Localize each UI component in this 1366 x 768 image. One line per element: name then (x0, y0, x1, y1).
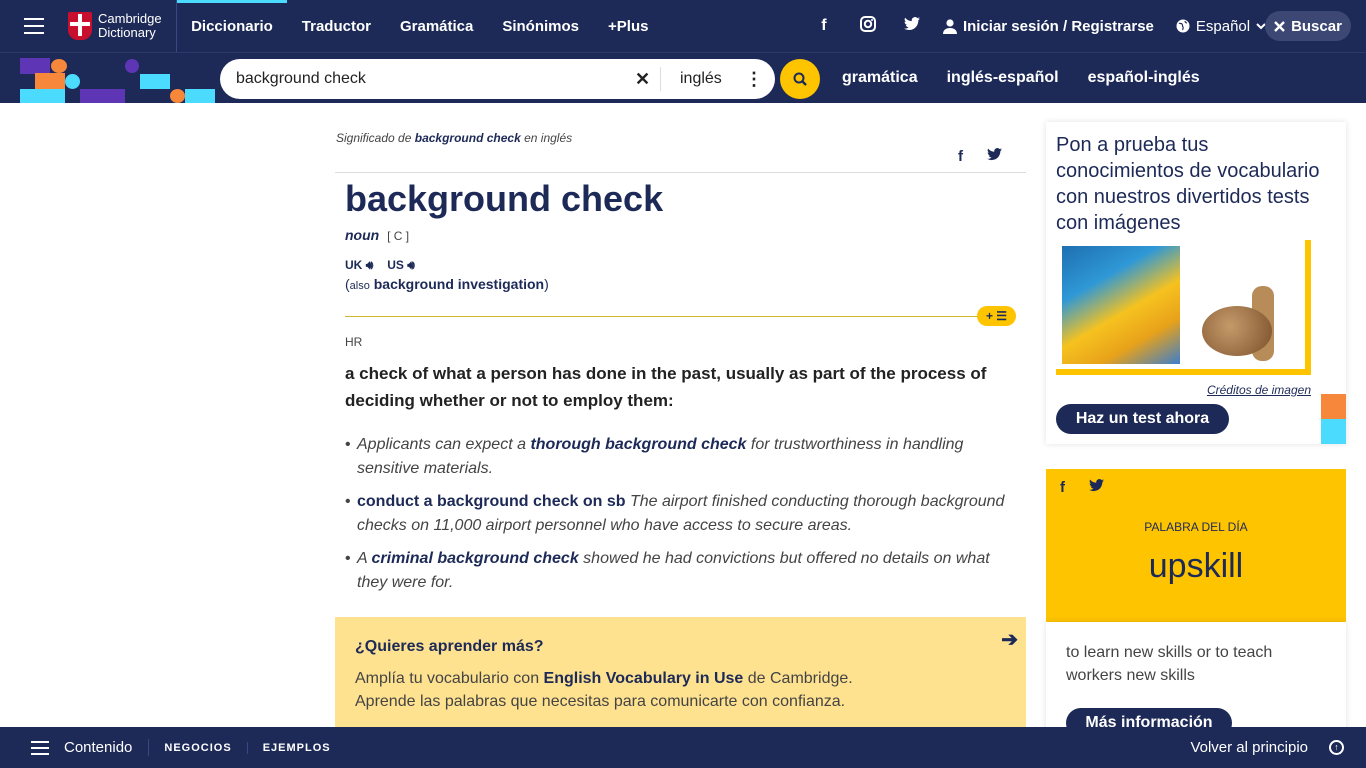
example: A criminal background check showed he ha… (345, 547, 1005, 594)
quiz-card: Pon a prueba tus conocimientos de vocabu… (1046, 122, 1346, 444)
login-link[interactable]: Iniciar sesión / Registrarse (942, 17, 1154, 35)
wotd-share: f (1060, 479, 1104, 496)
bottom-bar: Contenido NEGOCIOS EJEMPLOS Volver al pr… (0, 727, 1366, 768)
user-icon (942, 18, 957, 34)
learn-more-line-1: Amplía tu vocabulario con English Vocabu… (355, 670, 853, 687)
wotd-word[interactable]: upskill (1046, 547, 1346, 586)
part-of-speech: noun [ C ] (345, 227, 409, 243)
search-icon (793, 72, 807, 86)
back-to-top-link[interactable]: Volver al principio (1190, 739, 1308, 756)
entry-share: f (958, 148, 1002, 165)
example: Applicants can expect a thorough backgro… (345, 433, 1005, 480)
also-word[interactable]: background investigation (374, 276, 544, 292)
parrot-image (1062, 246, 1180, 364)
learn-more-title: ¿Quieres aprender más? (355, 638, 544, 655)
learn-more-line-2: Aprende las palabras que necesitas para … (355, 693, 846, 710)
pron-us[interactable]: US 🔊︎ (387, 258, 415, 273)
nav-plus[interactable]: +Plus (594, 0, 663, 52)
meaning-word: background check (414, 131, 521, 145)
search-button[interactable] (780, 59, 820, 99)
twitter-icon[interactable] (901, 16, 923, 36)
nav-sinonimos[interactable]: Sinónimos (488, 0, 594, 52)
menu-icon[interactable] (0, 0, 68, 52)
contents-button[interactable]: Contenido (64, 739, 150, 756)
close-icon (1274, 20, 1285, 32)
word-of-the-day: f PALABRA DEL DÍA upskill (1046, 469, 1346, 622)
pron-uk-label: UK (345, 258, 363, 272)
instagram-icon[interactable] (857, 15, 879, 37)
logo-line-1: Cambridge (98, 11, 162, 26)
also-close: ) (544, 276, 549, 292)
link-gramatica[interactable]: gramática (842, 69, 918, 87)
add-to-list-button[interactable]: + ☰ (977, 306, 1016, 326)
dictionary-links: gramática inglés-español español-inglés (842, 69, 1200, 87)
example: conduct a background check on sb The air… (345, 490, 1005, 537)
twitter-icon[interactable] (987, 148, 1002, 165)
arrow-right-icon[interactable]: ➔ (1001, 627, 1018, 652)
link-ingles-espanol[interactable]: inglés-español (947, 69, 1059, 87)
wotd-definition-card: to learn new skills or to teach workers … (1046, 622, 1346, 738)
pron-uk[interactable]: UK 🔊︎ (345, 258, 373, 273)
language-selector[interactable]: Español (1176, 18, 1266, 35)
search-divider (660, 67, 661, 91)
wotd-definition: to learn new skills or to teach workers … (1066, 644, 1273, 684)
facebook-icon[interactable]: f (958, 148, 963, 165)
cambridge-shield-icon (68, 12, 92, 40)
pronunciation: UK 🔊︎ US 🔊︎ (345, 258, 415, 273)
wotd-label: PALABRA DEL DÍA (1144, 520, 1248, 534)
search-toggle-label: Buscar (1291, 17, 1342, 35)
speaker-icon[interactable]: 🔊︎ (407, 258, 415, 272)
take-test-button[interactable]: Haz un test ahora (1056, 404, 1229, 434)
pron-us-label: US (387, 258, 404, 272)
language-label: Español (1195, 17, 1251, 35)
close-icon[interactable]: ✕ (635, 69, 650, 90)
learn-more-panel[interactable]: ¿Quieres aprender más? ➔ Amplía tu vocab… (335, 617, 1026, 729)
nav-gramatica[interactable]: Gramática (385, 0, 487, 52)
menu-icon[interactable] (31, 746, 49, 749)
link-espanol-ingles[interactable]: español-inglés (1088, 69, 1200, 87)
decorative-block (1321, 394, 1346, 419)
facebook-icon[interactable]: f (813, 17, 835, 35)
arrow-up-circle-icon[interactable]: ↑ (1329, 740, 1344, 755)
login-label: Iniciar sesión / Registrarse (962, 17, 1154, 35)
also-label: also (349, 280, 370, 292)
divider (335, 172, 1026, 173)
search-input[interactable]: background check (236, 70, 366, 88)
definition: a check of what a person has done in the… (345, 364, 987, 410)
meaning-suffix: en inglés (524, 131, 573, 145)
facebook-icon[interactable]: f (1060, 479, 1065, 496)
top-navigation: Cambridge Dictionary Diccionario Traduct… (0, 0, 1366, 52)
main-nav: Diccionario Traductor Gramática Sinónimo… (177, 0, 663, 52)
pos-label: noun (345, 227, 380, 243)
search-band: background check ✕ inglés ⋮ gramática in… (0, 52, 1366, 103)
nav-diccionario[interactable]: Diccionario (177, 0, 288, 52)
sense-divider (345, 316, 985, 317)
tab-negocios[interactable]: NEGOCIOS (149, 741, 248, 754)
nav-traductor[interactable]: Traductor (287, 0, 385, 52)
dictionary-select[interactable]: inglés (680, 70, 722, 88)
quiz-title: Pon a prueba tus conocimientos de vocabu… (1056, 134, 1320, 234)
more-vertical-icon[interactable]: ⋮ (745, 69, 763, 90)
grammar-code: [ C ] (387, 229, 410, 243)
speaker-icon[interactable]: 🔊︎ (366, 258, 374, 272)
also-note: (also background investigation) (345, 276, 549, 292)
cambridge-logo[interactable]: Cambridge Dictionary (68, 0, 177, 52)
meaning-prefix: Significado de (336, 131, 412, 145)
quiz-image[interactable] (1056, 240, 1311, 375)
headword: background check (345, 178, 664, 219)
decorative-blocks (20, 58, 215, 103)
image-credits-link[interactable]: Créditos de imagen (1207, 383, 1311, 397)
social-links: f (813, 15, 923, 37)
search-box: background check ✕ inglés ⋮ (220, 59, 775, 99)
meaning-heading: Significado de background check en inglé… (336, 131, 572, 145)
logo-line-2: Dictionary (98, 25, 156, 40)
tab-ejemplos[interactable]: EJEMPLOS (248, 742, 346, 754)
examples-list: Applicants can expect a thorough backgro… (345, 433, 1005, 604)
domain-label: HR (345, 335, 363, 349)
snail-image (1192, 246, 1304, 364)
decorative-block (1321, 419, 1346, 444)
search-toggle-button[interactable]: Buscar (1265, 11, 1351, 41)
globe-icon (1176, 19, 1190, 33)
twitter-icon[interactable] (1089, 479, 1104, 496)
